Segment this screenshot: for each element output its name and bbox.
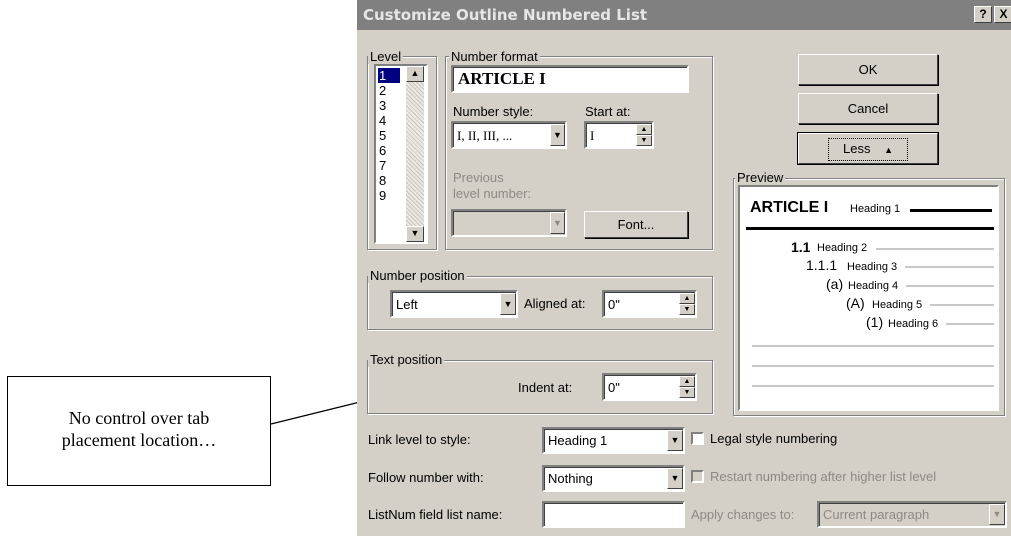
indent-at-label: Indent at: [518, 380, 573, 395]
level-item-8[interactable]: 8 [378, 173, 400, 188]
preview-body-line [752, 365, 994, 367]
font-button[interactable]: Font... [584, 211, 688, 238]
preview-h1-text: Heading 1 [850, 203, 901, 215]
link-level-label: Link level to style: [368, 432, 471, 447]
previous-level-label-2: level number: [453, 186, 532, 201]
level-item-5[interactable]: 5 [378, 128, 400, 143]
indent-at-up-icon[interactable]: ▲ [679, 376, 695, 387]
preview-h5-number: (A) [846, 295, 865, 311]
close-button[interactable]: X [994, 6, 1011, 23]
preview-body-line [752, 385, 994, 387]
ok-button[interactable]: OK [798, 54, 938, 85]
previous-level-label-1: Previous [453, 170, 504, 185]
level-item-6[interactable]: 6 [378, 143, 400, 158]
number-position-label: Number position [368, 268, 467, 283]
preview-h3-text: Heading 3 [847, 261, 898, 273]
level-item-7[interactable]: 7 [378, 158, 400, 173]
preview-label: Preview [735, 170, 786, 185]
start-at-label: Start at: [585, 104, 631, 119]
preview-h1-line [910, 209, 992, 212]
preview-h5-text: Heading 5 [872, 299, 923, 311]
link-level-dropdown-icon[interactable]: ▼ [667, 430, 683, 451]
preview-h4-text: Heading 4 [848, 280, 899, 292]
previous-level-dropdown-icon[interactable]: ▼ [550, 212, 565, 234]
preview-h1-rule [746, 227, 994, 230]
text-position-label: Text position [368, 352, 445, 367]
follow-number-select[interactable]: Nothing [542, 465, 685, 492]
less-button[interactable]: Less ▲ [798, 133, 938, 164]
number-format-input[interactable]: ARTICLE I [451, 65, 689, 93]
preview-h4-line [906, 285, 994, 287]
level-label: Level [368, 49, 404, 64]
preview-h2-text: Heading 2 [817, 242, 868, 254]
up-arrow-icon: ▲ [884, 145, 893, 155]
restart-numbering-checkbox[interactable] [691, 470, 704, 483]
start-at-down-icon[interactable]: ▼ [636, 135, 652, 146]
preview-h6-line [946, 323, 994, 325]
level-item-3[interactable]: 3 [378, 98, 400, 113]
less-label: Less [842, 141, 871, 156]
aligned-at-down-icon[interactable]: ▼ [679, 304, 695, 315]
apply-changes-dropdown-icon[interactable]: ▼ [989, 504, 1005, 525]
dialog-title: Customize Outline Numbered List [363, 6, 648, 24]
level-scrollbar[interactable]: ▲ ▼ [406, 66, 424, 242]
number-format-label: Number format [449, 49, 540, 64]
follow-number-dropdown-icon[interactable]: ▼ [667, 468, 683, 489]
level-item-9[interactable]: 9 [378, 188, 400, 203]
preview-h4-number: (a) [826, 276, 844, 292]
scroll-down-icon[interactable]: ▼ [406, 226, 424, 242]
cancel-button[interactable]: Cancel [798, 93, 938, 124]
number-style-dropdown-icon[interactable]: ▼ [550, 124, 565, 146]
level-item-4[interactable]: 4 [378, 113, 400, 128]
follow-number-label: Follow number with: [368, 470, 484, 485]
link-level-select[interactable]: Heading 1 [542, 427, 685, 454]
level-item-1[interactable]: 1 [378, 68, 400, 83]
indent-at-down-icon[interactable]: ▼ [679, 387, 695, 398]
preview-h6-number: (1) [866, 314, 884, 330]
number-style-label: Number style: [453, 104, 534, 119]
level-item-2[interactable]: 2 [378, 83, 400, 98]
legal-style-label: Legal style numbering [710, 431, 838, 446]
level-listbox[interactable]: 1 2 3 4 5 6 7 8 9 ▲ ▼ [374, 64, 428, 244]
apply-changes-select[interactable]: Current paragraph [817, 501, 1007, 528]
aligned-at-up-icon[interactable]: ▲ [679, 293, 695, 304]
preview-body-line [752, 345, 994, 347]
preview-area: ARTICLE I Heading 1 1.1 Heading 2 1.1.1 … [738, 185, 999, 411]
help-button[interactable]: ? [974, 6, 992, 23]
preview-h2-line [876, 248, 994, 250]
number-position-select[interactable]: Left [390, 290, 518, 318]
listnum-label: ListNum field list name: [368, 507, 503, 522]
legal-style-checkbox[interactable] [691, 432, 704, 445]
apply-changes-label: Apply changes to: [691, 507, 795, 522]
preview-h3-number: 1.1.1 [806, 257, 838, 273]
preview-h2-number: 1.1 [791, 239, 811, 255]
preview-h3-line [905, 266, 994, 268]
restart-numbering-label: Restart numbering after higher list leve… [710, 469, 937, 484]
aligned-at-label: Aligned at: [524, 296, 586, 311]
customize-outline-dialog: Customize Outline Numbered List ? X Leve… [357, 0, 1011, 536]
number-position-dropdown-icon[interactable]: ▼ [500, 293, 516, 315]
preview-h5-line [930, 304, 994, 306]
preview-h1-number: ARTICLE I [750, 199, 829, 216]
preview-h6-text: Heading 6 [888, 318, 939, 330]
listnum-input[interactable] [542, 501, 685, 528]
scroll-up-icon[interactable]: ▲ [406, 66, 424, 82]
title-bar: Customize Outline Numbered List ? X [357, 0, 1011, 30]
start-at-up-icon[interactable]: ▲ [636, 124, 652, 135]
